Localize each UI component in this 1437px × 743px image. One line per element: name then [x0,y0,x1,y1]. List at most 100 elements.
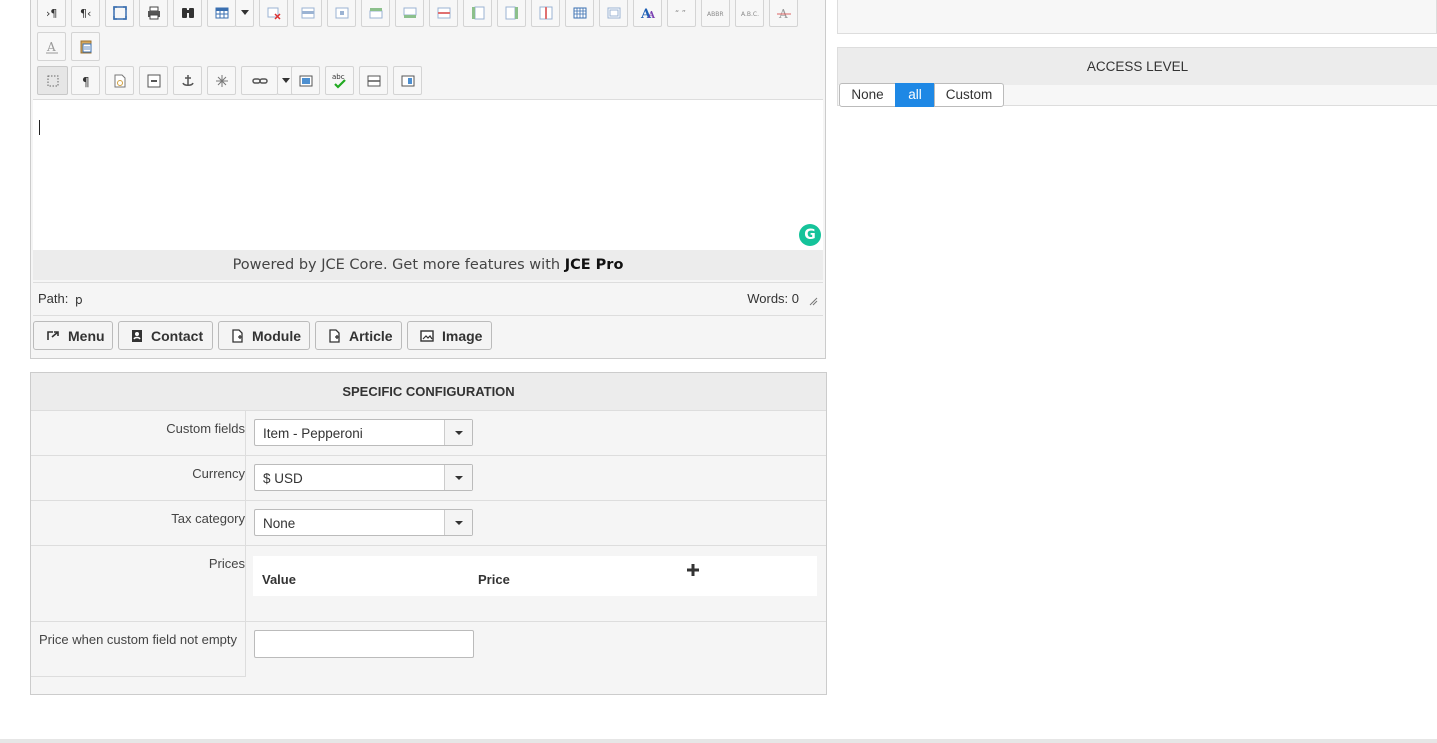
tax-category-row: Tax category None [31,501,826,546]
custom-fields-label: Custom fields [166,421,245,436]
paragraph-icon[interactable]: ¶ [71,66,100,95]
specific-configuration-panel: SPECIFIC CONFIGURATION Custom fields Ite… [30,372,827,695]
svg-text:›¶: ›¶ [46,7,57,20]
article-button-label: Article [349,327,393,344]
tax-category-label: Tax category [171,511,245,526]
custom-fields-value: Item - Pepperoni [263,426,363,441]
fullscreen-icon[interactable] [105,0,134,27]
text-caret [39,120,40,135]
jce-pro-link[interactable]: JCE Pro [565,257,624,273]
horizontal-rule-icon[interactable] [359,66,388,95]
image-button-label: Image [442,327,483,344]
path-label: Path: [38,291,69,306]
paste-word-icon[interactable] [71,32,100,61]
prices-row: Prices Value Price [31,546,826,622]
page-footer-divider [0,739,1437,743]
visualchars-ltr-icon[interactable]: ›¶ [37,0,66,27]
custom-empty-row: Price when custom field not empty [31,622,826,677]
print-icon[interactable] [139,0,168,27]
menu-button[interactable]: Menu [33,321,113,350]
template-icon[interactable] [105,66,134,95]
delete-table-icon[interactable] [259,0,288,27]
article-icon [329,328,340,343]
module-button-label: Module [252,327,301,344]
svg-text:A: A [46,40,56,54]
contact-button-label: Contact [151,327,204,344]
price-when-not-empty-input[interactable] [254,630,474,658]
menu-button-label: Menu [68,327,105,344]
anchor-icon[interactable] [173,66,202,95]
svg-text:ABBR: ABBR [707,11,724,18]
image-button[interactable]: Image [407,321,492,350]
abbr-icon[interactable]: A.B.C. [735,0,764,27]
module-button[interactable]: Module [218,321,310,350]
delete-col-icon[interactable] [531,0,560,27]
underline-color-icon[interactable]: A [37,32,66,61]
access-custom-option[interactable]: Custom [934,83,1004,107]
svg-text:¶‹: ¶‹ [80,7,91,20]
editor-status-bar: Path: p Words: 0 [33,282,823,316]
tax-category-select[interactable]: None [254,509,473,536]
nonbreaking-icon[interactable] [207,66,236,95]
custom-fields-select[interactable]: Item - Pepperoni [254,419,473,446]
styles-icon[interactable]: AA [633,0,662,27]
insert-col-before-icon[interactable] [463,0,492,27]
word-count: Words: 0 [747,291,799,306]
delete-row-icon[interactable] [429,0,458,27]
prices-table: Value Price [253,556,817,596]
editor-content-area[interactable]: G [33,99,823,251]
access-level-panel: ACCESS LEVEL None all Custom [837,47,1437,107]
insert-row-before-icon[interactable] [361,0,390,27]
menu-link-icon [47,330,59,340]
search-replace-icon[interactable] [173,0,202,27]
merge-cells-icon[interactable] [599,0,628,27]
access-level-title: ACCESS LEVEL [838,48,1437,85]
split-cells-icon[interactable] [565,0,594,27]
visual-aid-icon[interactable] [37,66,68,95]
insert-col-after-icon[interactable] [497,0,526,27]
picture-icon [420,329,434,342]
powered-by-banner: Powered by JCE Core. Get more features w… [33,250,823,280]
access-none-option[interactable]: None [839,83,896,107]
add-price-icon[interactable] [685,562,701,578]
table-icon[interactable] [207,0,236,27]
prices-price-header: Price [478,572,510,587]
currency-label: Currency [192,466,245,481]
strikethrough-icon[interactable]: A [769,0,798,27]
svg-text:“ ”: “ ” [675,9,686,18]
svg-text:A: A [647,11,656,21]
currency-select[interactable]: $ USD [254,464,473,491]
chevron-down-icon[interactable] [444,510,472,535]
contact-icon [132,329,142,342]
svg-text:abc: abc [332,73,345,81]
acronym-icon[interactable]: ABBR [701,0,730,27]
chevron-down-icon[interactable] [444,465,472,490]
insert-row-after-icon[interactable] [395,0,424,27]
spellcheck-icon[interactable]: abc [325,66,354,95]
blockquote-icon[interactable]: “ ” [667,0,696,27]
chevron-down-icon[interactable] [444,420,472,445]
currency-row: Currency $ USD [31,456,826,501]
svg-text:¶: ¶ [82,75,90,88]
visualchars-rtl-icon[interactable]: ¶‹ [71,0,100,27]
path-element[interactable]: p [75,293,83,307]
contact-button[interactable]: Contact [118,321,213,350]
link-icon[interactable] [241,66,278,95]
iframe-icon[interactable] [139,66,168,95]
access-all-option[interactable]: all [895,83,935,107]
preview-icon[interactable] [393,66,422,95]
powered-text: Powered by JCE Core. Get more features w… [232,257,565,273]
article-button[interactable]: Article [315,321,402,350]
prices-value-header: Value [262,572,296,587]
row-props-icon[interactable] [293,0,322,27]
svg-text:A.B.C.: A.B.C. [741,11,759,18]
prices-label: Prices [208,556,245,571]
module-icon [232,328,243,343]
cell-props-icon[interactable] [327,0,356,27]
grammarly-icon[interactable]: G [799,224,821,246]
resize-handle-icon[interactable] [808,296,818,306]
image-icon[interactable] [291,66,320,95]
custom-fields-row: Custom fields Item - Pepperoni [31,411,826,456]
editor-container: ›¶ ¶‹ AA “ ” ABBR A.B.C. A A ¶ abc G Pow… [30,0,826,359]
table-dropdown-button[interactable] [235,0,254,27]
